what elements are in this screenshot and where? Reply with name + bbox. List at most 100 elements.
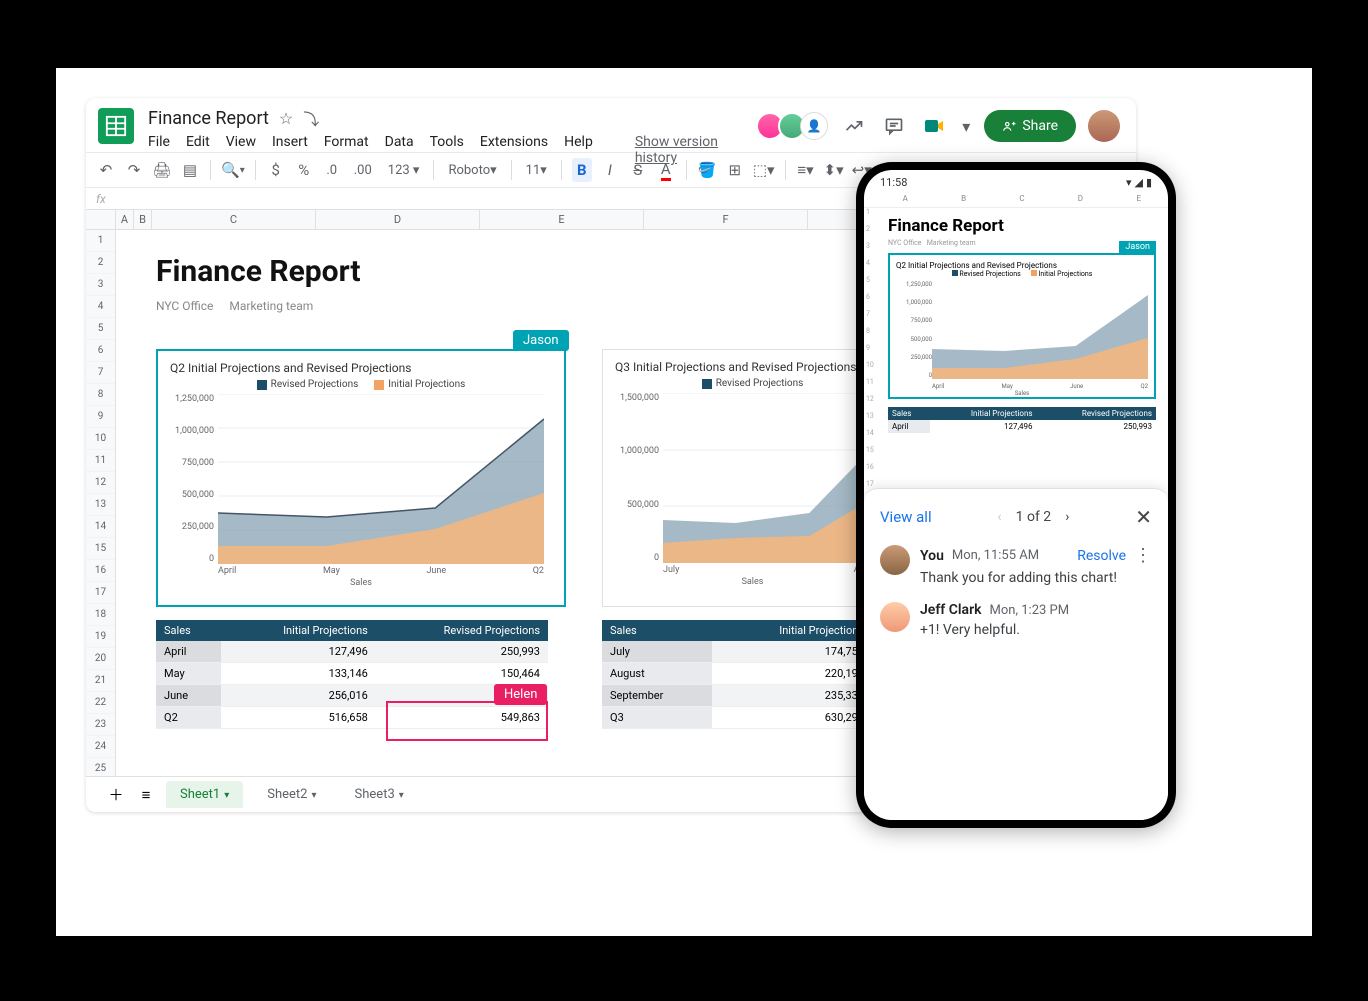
col-header[interactable]: C xyxy=(152,210,316,229)
col-header[interactable]: F xyxy=(644,210,808,229)
sheet-tab[interactable]: Sheet2▾ xyxy=(253,781,330,808)
row-header[interactable]: 23 xyxy=(86,714,115,736)
share-button[interactable]: Share xyxy=(984,110,1076,142)
mobile-chart-q2[interactable]: Jason Q2 Initial Projections and Revised… xyxy=(888,253,1156,399)
resolve-link[interactable]: Resolve xyxy=(1077,548,1126,564)
comment-author: Jeff Clark xyxy=(920,602,982,618)
text-color-icon[interactable]: A xyxy=(656,158,676,182)
comment-text: Thank you for adding this chart! xyxy=(920,570,1152,586)
row-header[interactable]: 20 xyxy=(86,648,115,670)
all-sheets-icon[interactable]: ≡ xyxy=(136,783,156,807)
area-chart-svg xyxy=(663,393,882,563)
row-header[interactable]: 24 xyxy=(86,736,115,758)
row-header[interactable]: 4 xyxy=(86,296,115,318)
row-header[interactable]: 9 xyxy=(86,406,115,428)
comment-icon[interactable] xyxy=(880,112,908,140)
add-sheet-icon[interactable]: ＋ xyxy=(106,783,126,807)
row-header[interactable]: 14 xyxy=(86,516,115,538)
collaborator-avatars[interactable]: 👤 xyxy=(762,112,828,140)
redo-icon[interactable]: ↷ xyxy=(124,158,144,182)
increase-decimal-icon[interactable]: .00 xyxy=(350,158,376,182)
italic-icon[interactable]: I xyxy=(600,158,620,182)
avatar-anonymous[interactable]: 👤 xyxy=(800,112,828,140)
v-align-icon[interactable]: ⬍▾ xyxy=(824,158,844,182)
meet-dropdown-icon[interactable]: ▾ xyxy=(960,112,972,140)
comment-time: Mon, 11:55 AM xyxy=(952,548,1039,563)
undo-icon[interactable]: ↶ xyxy=(96,158,116,182)
font-size-dropdown[interactable]: 11 ▾ xyxy=(522,158,551,182)
col-header[interactable]: E xyxy=(480,210,644,229)
row-header[interactable]: 17 xyxy=(86,582,115,604)
sheets-logo-icon[interactable] xyxy=(98,108,134,144)
row-header[interactable]: 21 xyxy=(86,670,115,692)
activity-icon[interactable] xyxy=(840,112,868,140)
bold-icon[interactable]: B xyxy=(572,158,592,182)
font-dropdown[interactable]: Roboto ▾ xyxy=(444,158,500,182)
more-icon[interactable]: ⋮ xyxy=(1134,545,1152,566)
meet-icon[interactable] xyxy=(920,112,948,140)
collaborator-cursor-selection xyxy=(386,701,548,741)
strikethrough-icon[interactable]: S xyxy=(628,158,648,182)
fill-color-icon[interactable]: 🪣 xyxy=(697,158,717,182)
mobile-col-headers: ABCDE xyxy=(864,194,1168,208)
currency-icon[interactable]: $ xyxy=(266,158,286,182)
signal-icon: ◢ xyxy=(1134,176,1142,189)
mobile-device-frame: 11:58 ▾ ◢ ▮ ABCDE 1234567891011121314151… xyxy=(856,162,1176,828)
collaborator-tag-jason: Jason xyxy=(1119,241,1156,253)
legend-item: Revised Projections xyxy=(702,378,804,389)
mobile-doc-title: Finance Report xyxy=(888,216,1156,236)
row-header[interactable]: 7 xyxy=(86,362,115,384)
col-header[interactable]: D xyxy=(316,210,480,229)
row-header[interactable]: 1 xyxy=(86,230,115,252)
print-icon[interactable]: 🖨 xyxy=(152,158,172,182)
avatar xyxy=(880,602,910,632)
row-header[interactable]: 2 xyxy=(86,252,115,274)
row-header[interactable]: 3 xyxy=(86,274,115,296)
row-header[interactable]: 18 xyxy=(86,604,115,626)
row-header[interactable]: 8 xyxy=(86,384,115,406)
row-header[interactable]: 16 xyxy=(86,560,115,582)
next-comment-icon[interactable]: › xyxy=(1065,509,1069,525)
sheet-tab[interactable]: Sheet1▾ xyxy=(166,781,243,808)
row-header[interactable]: 22 xyxy=(86,692,115,714)
decrease-decimal-icon[interactable]: .0 xyxy=(322,158,342,182)
row-header[interactable]: 6 xyxy=(86,340,115,362)
comment-author: You xyxy=(920,548,944,564)
col-header[interactable]: B xyxy=(134,210,152,229)
zoom-icon[interactable]: 🔍▾ xyxy=(221,158,245,182)
row-header[interactable]: 19 xyxy=(86,626,115,648)
share-label: Share xyxy=(1022,118,1058,134)
row-headers: 1234567891011121314151617181920212223242… xyxy=(86,230,116,780)
mobile-sheet-content[interactable]: 123456789101112131415161718 Finance Repo… xyxy=(864,208,1168,441)
h-align-icon[interactable]: ≡▾ xyxy=(796,158,816,182)
row-header[interactable]: 12 xyxy=(86,472,115,494)
row-header[interactable]: 5 xyxy=(86,318,115,340)
paint-format-icon[interactable]: ▤ xyxy=(180,158,200,182)
wifi-icon: ▾ xyxy=(1126,176,1132,189)
row-header[interactable]: 10 xyxy=(86,428,115,450)
view-all-link[interactable]: View all xyxy=(880,508,932,526)
move-to-folder-icon[interactable]: ⤵ xyxy=(303,106,319,130)
row-header[interactable]: 11 xyxy=(86,450,115,472)
row-header[interactable]: 15 xyxy=(86,538,115,560)
col-header[interactable]: A xyxy=(116,210,134,229)
subtitle: NYC Office xyxy=(156,299,213,313)
borders-icon[interactable]: ⊞ xyxy=(725,158,745,182)
prev-comment-icon[interactable]: ‹ xyxy=(997,509,1001,525)
percent-icon[interactable]: % xyxy=(294,158,314,182)
close-icon[interactable]: ✕ xyxy=(1135,505,1152,529)
area-chart-svg xyxy=(218,394,544,564)
titlebar: Finance Report ☆ ⤵ File Edit View Insert… xyxy=(86,98,1136,152)
chart-q2[interactable]: Q2 Initial Projections and Revised Proje… xyxy=(156,349,566,607)
subtitle: Marketing team xyxy=(229,299,313,313)
doc-title[interactable]: Finance Report xyxy=(148,108,269,129)
comment-text: +1! Very helpful. xyxy=(920,622,1152,638)
profile-avatar[interactable] xyxy=(1088,110,1120,142)
mobile-table[interactable]: SalesInitial ProjectionsRevised Projecti… xyxy=(888,407,1156,433)
star-icon[interactable]: ☆ xyxy=(279,109,293,128)
comment: Jeff Clark Mon, 1:23 PM +1! Very helpful… xyxy=(880,602,1152,638)
merge-cells-icon[interactable]: ⬚▾ xyxy=(753,158,775,182)
sheet-tab[interactable]: Sheet3▾ xyxy=(341,781,418,808)
row-header[interactable]: 13 xyxy=(86,494,115,516)
more-formats-dropdown[interactable]: 123 ▾ xyxy=(384,158,424,182)
